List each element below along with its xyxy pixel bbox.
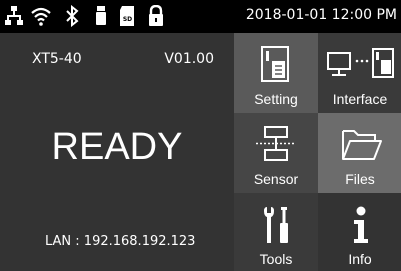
tools-icon bbox=[264, 207, 288, 243]
lock-icon bbox=[149, 5, 163, 26]
info-icon bbox=[354, 206, 368, 243]
network-icon bbox=[5, 6, 23, 25]
tools-button[interactable]: Tools bbox=[234, 193, 318, 271]
tools-label: Tools bbox=[259, 251, 293, 267]
info-label: Info bbox=[348, 251, 372, 267]
sensor-label: Sensor bbox=[253, 171, 299, 187]
sensor-button[interactable]: Sensor bbox=[234, 113, 318, 193]
interface-button[interactable]: Interface bbox=[318, 33, 401, 113]
model-name: XT5-40 bbox=[32, 51, 82, 67]
interface-label: Interface bbox=[332, 91, 388, 107]
setting-label: Setting bbox=[254, 91, 298, 107]
folder-icon bbox=[342, 130, 382, 160]
files-button[interactable]: Files bbox=[318, 113, 401, 193]
bluetooth-icon bbox=[66, 5, 79, 27]
firmware-version: V01.00 bbox=[164, 51, 214, 67]
printer-status: READY bbox=[51, 126, 183, 168]
sd-card-label: SD bbox=[123, 16, 132, 23]
sensor-icon bbox=[256, 126, 296, 161]
wifi-icon bbox=[31, 7, 51, 26]
status-panel: XT5-40 V01.00 READY LAN : 192.168.192.12… bbox=[0, 33, 234, 271]
sd-card-icon: SD bbox=[120, 6, 134, 26]
datetime-display: 2018-01-01 12:00 PM bbox=[245, 7, 397, 23]
interface-icon bbox=[327, 48, 394, 78]
files-label: Files bbox=[345, 171, 375, 187]
lan-address: LAN : 192.168.192.123 bbox=[45, 234, 196, 249]
setting-button[interactable]: Setting bbox=[234, 33, 318, 113]
setting-icon bbox=[261, 46, 289, 82]
usb-icon bbox=[96, 6, 106, 25]
status-bar: SD 2018-01-01 12:00 PM bbox=[0, 0, 401, 33]
info-button[interactable]: Info bbox=[318, 193, 401, 271]
